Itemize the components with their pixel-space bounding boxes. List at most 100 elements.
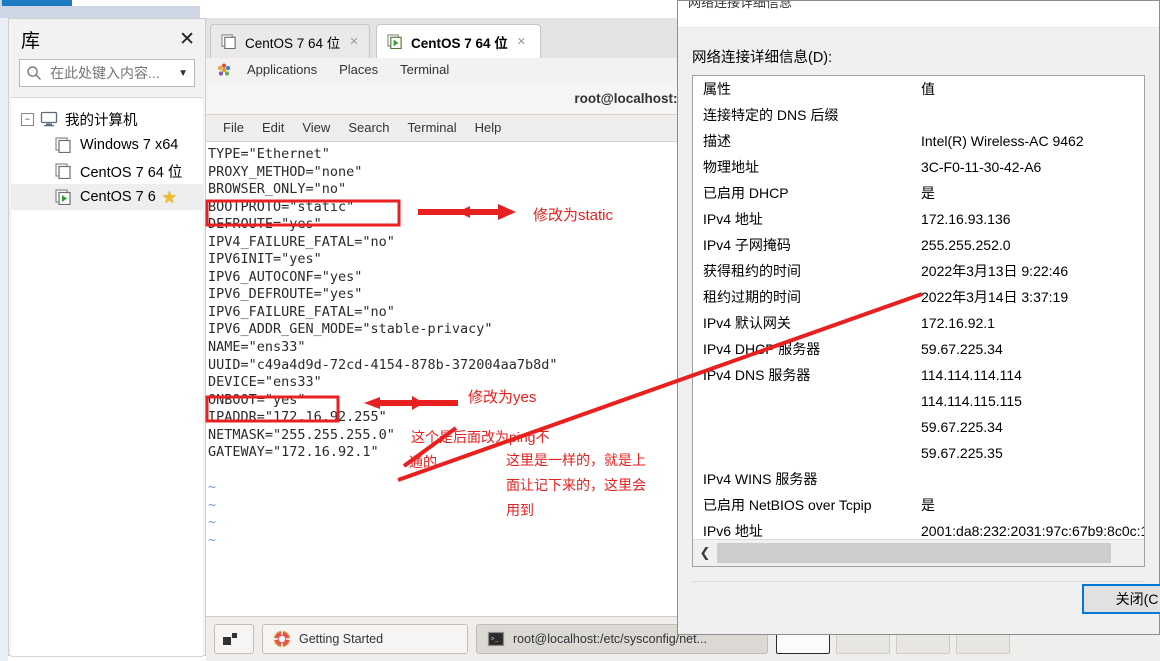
details-row[interactable]: 租约过期的时间 2022年3月14日 3:37:19 xyxy=(693,284,1144,310)
tree-item-my-computer[interactable]: − 我的计算机 xyxy=(11,106,203,132)
details-row-value: 114.114.115.115 xyxy=(921,393,1022,409)
details-row-value: 3C-F0-11-30-42-A6 xyxy=(921,159,1042,175)
details-row[interactable]: IPv4 WINS 服务器 xyxy=(693,466,1144,492)
details-row-value: 是 xyxy=(921,185,935,201)
tree-item-windows7[interactable]: Windows 7 x64 xyxy=(11,132,203,158)
dialog-title-bar: 网络连接详细信息 xyxy=(678,1,1159,28)
close-icon[interactable]: ✕ xyxy=(179,30,195,49)
taskbar-button-label: Getting Started xyxy=(299,632,384,646)
vm-running-icon xyxy=(387,34,402,49)
details-row[interactable]: 59.67.225.34 xyxy=(693,414,1144,440)
details-row-value: 172.16.93.136 xyxy=(921,211,1011,227)
chevron-down-icon[interactable]: ▼ xyxy=(178,68,188,79)
details-row[interactable]: IPv4 默认网关 172.16.92.1 xyxy=(693,310,1144,336)
tree-item-label: 我的计算机 xyxy=(65,112,138,129)
details-row[interactable]: 物理地址 3C-F0-11-30-42-A6 xyxy=(693,154,1144,180)
horizontal-scrollbar[interactable]: ❮ xyxy=(693,539,1144,566)
gnome-menu-places[interactable]: Places xyxy=(328,58,389,82)
gnome-applications-icon[interactable] xyxy=(217,63,231,77)
terminal-icon: >_ xyxy=(487,631,505,647)
details-row-property: IPv6 地址 xyxy=(703,523,763,539)
tree-item-label: CentOS 7 64 位 xyxy=(80,164,183,181)
details-row[interactable]: IPv4 DNS 服务器 114.114.114.114 xyxy=(693,362,1144,388)
details-row[interactable]: 描述 Intel(R) Wireless-AC 9462 xyxy=(693,128,1144,154)
details-row-property: IPv4 默认网关 xyxy=(703,315,791,331)
favorite-star-icon[interactable]: ★ xyxy=(162,189,177,206)
details-row-property: IPv4 DNS 服务器 xyxy=(703,367,811,383)
details-row[interactable]: 114.114.115.115 xyxy=(693,388,1144,414)
details-row-value: 255.255.252.0 xyxy=(921,237,1011,253)
gnome-menu-applications[interactable]: Applications xyxy=(236,58,328,82)
workspace-switcher-icon xyxy=(223,633,237,645)
details-row[interactable]: 59.67.225.35 xyxy=(693,440,1144,466)
details-row[interactable]: 已启用 DHCP 是 xyxy=(693,180,1144,206)
details-row-property: IPv4 DHCP 服务器 xyxy=(703,341,821,357)
close-icon[interactable]: ✕ xyxy=(349,35,358,48)
tree-item-centos7-64[interactable]: CentOS 7 64 位 xyxy=(11,158,203,184)
chevron-left-icon[interactable]: ❮ xyxy=(693,541,717,565)
menu-help[interactable]: Help xyxy=(466,115,511,141)
details-row[interactable]: IPv4 DHCP 服务器 59.67.225.34 xyxy=(693,336,1144,362)
details-list[interactable]: 属性 值 连接特定的 DNS 后缀描述 Intel(R) Wireless-AC … xyxy=(692,75,1145,567)
menu-edit[interactable]: Edit xyxy=(253,115,293,141)
column-header-value: 值 xyxy=(921,81,935,97)
details-row[interactable]: 已启用 NetBIOS over Tcpip 是 xyxy=(693,492,1144,518)
details-row-value: 2022年3月13日 9:22:46 xyxy=(921,263,1069,279)
details-row-property: 已启用 DHCP xyxy=(703,185,789,201)
svg-text:>_: >_ xyxy=(491,636,499,643)
vm-tab-centos7-64-active[interactable]: CentOS 7 64 位 ✕ xyxy=(376,24,541,58)
vm-running-icon xyxy=(55,189,71,205)
vm-tab-centos7-64-inactive[interactable]: CentOS 7 64 位 ✕ xyxy=(210,24,370,58)
dialog-footer: 关闭(C xyxy=(678,570,1160,634)
details-row-property: IPv4 子网掩码 xyxy=(703,237,791,253)
tree-item-label: CentOS 7 6 xyxy=(80,189,156,205)
dialog-title: 网络连接详细信息 xyxy=(688,1,793,10)
vm-tab-label: CentOS 7 64 位 xyxy=(245,35,341,51)
vm-stopped-icon xyxy=(55,163,71,179)
vm-tab-label: CentOS 7 64 位 xyxy=(411,35,508,51)
details-row-value: Intel(R) Wireless-AC 9462 xyxy=(921,133,1084,149)
dialog-body: 网络连接详细信息(D): 属性 值 连接特定的 DNS 后缀描述 Intel(R)… xyxy=(678,28,1159,582)
library-panel: 库 ✕ ▼ − 我的计算机 xyxy=(8,18,206,657)
gnome-menu-terminal[interactable]: Terminal xyxy=(389,58,460,82)
details-row[interactable]: IPv4 子网掩码 255.255.252.0 xyxy=(693,232,1144,258)
toolbar-band xyxy=(0,6,200,18)
vim-buffer-text: TYPE="Ethernet" PROXY_METHOD="none" BROW… xyxy=(208,146,558,549)
dialog-section-label: 网络连接详细信息(D): xyxy=(692,50,833,66)
details-row-value: 114.114.114.114 xyxy=(921,367,1022,383)
menu-terminal[interactable]: Terminal xyxy=(399,115,466,141)
close-button[interactable]: 关闭(C xyxy=(1082,584,1160,614)
details-row-value: 59.67.225.34 xyxy=(921,341,1003,357)
tree-item-centos7-6[interactable]: CentOS 7 6 ★ xyxy=(11,184,203,210)
screen-root: 库 ✕ ▼ − 我的计算机 xyxy=(0,0,1160,661)
menu-view[interactable]: View xyxy=(293,115,339,141)
details-row-value: 2022年3月14日 3:37:19 xyxy=(921,289,1069,305)
help-lifering-icon xyxy=(273,630,291,648)
expander-icon[interactable]: − xyxy=(21,112,34,126)
library-tree: − 我的计算机 Windows 7 x64 CentOS 7 64 位 Cent… xyxy=(11,97,203,657)
details-row-value: 是 xyxy=(921,497,935,513)
tree-item-label: Windows 7 x64 xyxy=(80,137,179,153)
details-row-property: IPv4 WINS 服务器 xyxy=(703,471,818,487)
details-rows-container: 连接特定的 DNS 后缀描述 Intel(R) Wireless-AC 9462 物… xyxy=(693,102,1144,566)
vm-stopped-icon xyxy=(221,34,236,49)
window-left-edge-inner xyxy=(0,18,8,661)
details-row-value: 59.67.225.34 xyxy=(921,419,1003,435)
search-input[interactable] xyxy=(48,64,175,82)
library-header: 库 ✕ xyxy=(9,19,205,59)
details-row-value: 59.67.225.35 xyxy=(921,445,1003,461)
details-row-property: 连接特定的 DNS 后缀 xyxy=(703,107,839,123)
library-search-box[interactable]: ▼ xyxy=(19,59,195,87)
workspace-switcher-button[interactable] xyxy=(214,624,254,654)
menu-file[interactable]: File xyxy=(214,115,253,141)
details-row[interactable]: IPv4 地址 172.16.93.136 xyxy=(693,206,1144,232)
scrollbar-thumb[interactable] xyxy=(717,543,1111,563)
library-title: 库 xyxy=(21,30,41,52)
network-details-dialog: 网络连接详细信息 网络连接详细信息(D): 属性 值 连接特定的 DNS 后缀描… xyxy=(677,0,1160,635)
menu-search[interactable]: Search xyxy=(339,115,398,141)
column-header-property: 属性 xyxy=(703,79,921,99)
close-icon[interactable]: ✕ xyxy=(517,35,526,48)
details-row[interactable]: 获得租约的时间 2022年3月13日 9:22:46 xyxy=(693,258,1144,284)
details-row[interactable]: 连接特定的 DNS 后缀 xyxy=(693,102,1144,128)
taskbar-button-getting-started[interactable]: Getting Started xyxy=(262,624,468,654)
